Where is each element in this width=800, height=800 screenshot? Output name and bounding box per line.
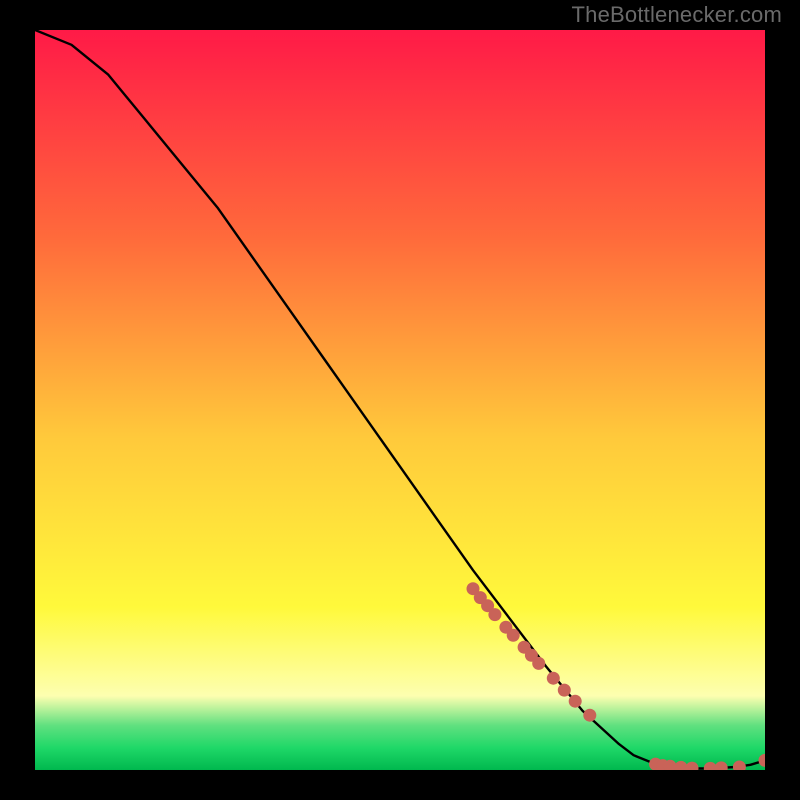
chart-frame: TheBottlenecker.com bbox=[0, 0, 800, 800]
data-point bbox=[583, 709, 596, 722]
data-point bbox=[558, 684, 571, 697]
data-point bbox=[507, 629, 520, 642]
data-point bbox=[569, 695, 582, 708]
data-point bbox=[532, 657, 545, 670]
data-point bbox=[547, 672, 560, 685]
bottleneck-chart bbox=[35, 30, 765, 770]
gradient-background bbox=[35, 30, 765, 770]
data-point bbox=[488, 608, 501, 621]
watermark-label: TheBottlenecker.com bbox=[572, 2, 782, 28]
